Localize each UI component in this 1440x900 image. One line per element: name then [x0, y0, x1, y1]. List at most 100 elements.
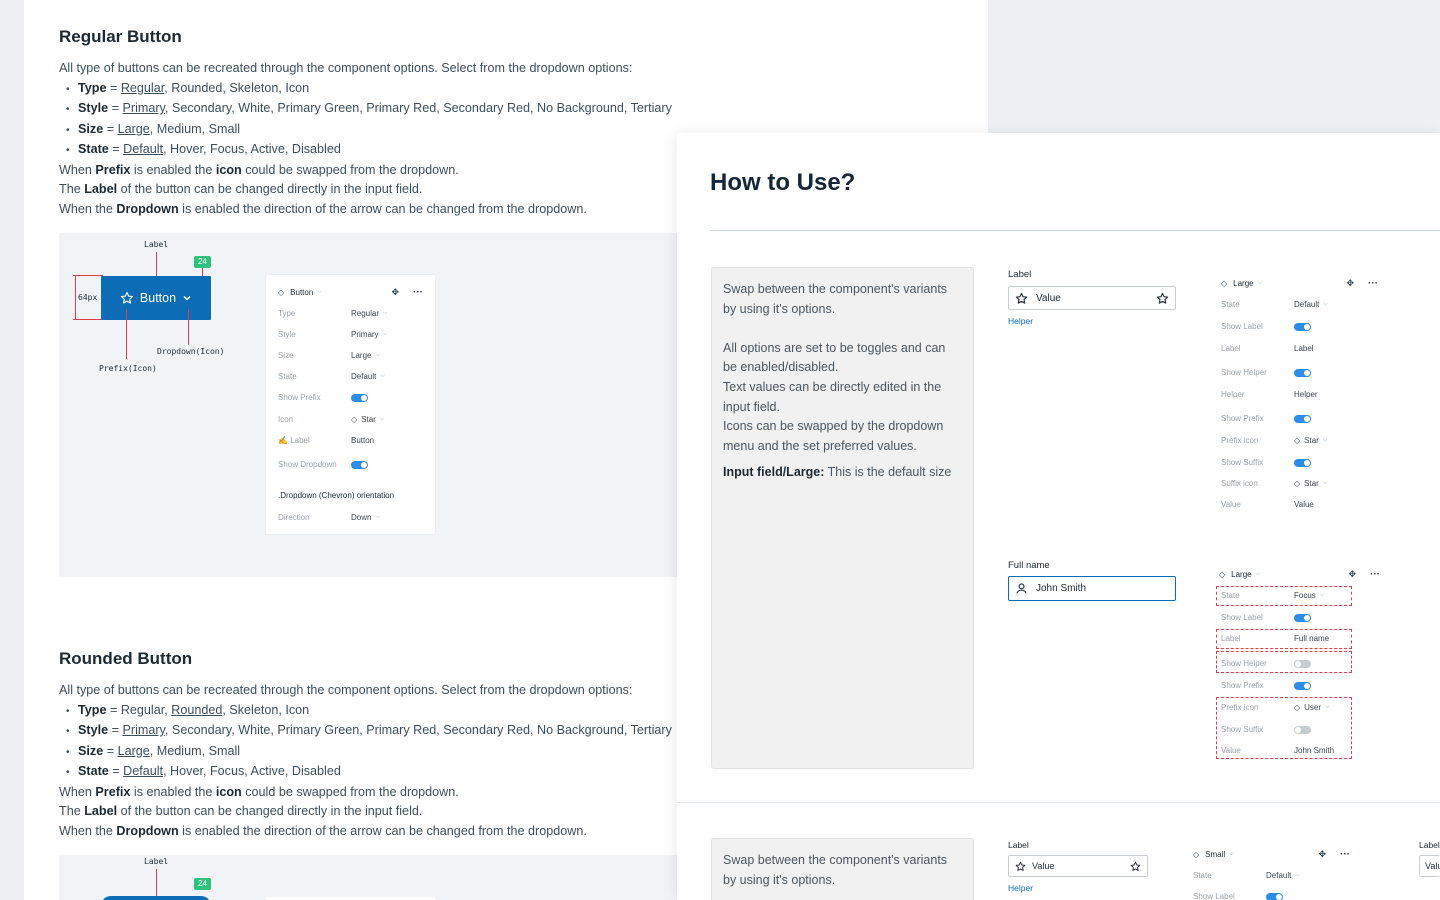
prop-row[interactable]: Prefix icon ◇ Star ⌵ [1221, 436, 1378, 445]
option-type: Type = Regular, Rounded, Skeleton, Icon [66, 701, 672, 722]
spacing-badge: 24 [194, 256, 211, 268]
how-to-use-title: How to Use? [710, 169, 856, 196]
prop-row: Show Suffix [1221, 725, 1380, 734]
prop-row[interactable]: Suffix icon ◇ Star ⌵ [1221, 479, 1378, 488]
prop-row: Show Label [1193, 892, 1350, 900]
prop-row[interactable]: Helper Helper [1221, 390, 1378, 399]
component-header: ◇ Small ⌵ ✥ ··· [1193, 849, 1350, 860]
section-divider [677, 802, 1440, 803]
chevron-down-icon: ⌵ [1322, 437, 1328, 443]
prop-row: Show Dropdown [278, 460, 423, 469]
prop-row[interactable]: Label Full name [1221, 634, 1380, 643]
helper-text: Helper [1008, 316, 1034, 326]
show-prefix-toggle[interactable] [1294, 414, 1311, 423]
input-field-focus[interactable]: John Smith [1008, 576, 1176, 601]
show-label-toggle[interactable] [1294, 613, 1311, 622]
height-annotation: 64px [78, 293, 98, 302]
component-target-icon[interactable]: ✥ [1318, 849, 1326, 860]
section-title-rounded: Rounded Button [59, 649, 193, 668]
chevron-down-icon[interactable]: ⌵ [1229, 851, 1234, 858]
prop-row[interactable]: State Default ⌵ [278, 372, 423, 381]
component-target-icon[interactable]: ✥ [1348, 569, 1356, 580]
spacing-badge: 24 [194, 878, 211, 890]
regular-description: All type of buttons can be recreated thr… [59, 59, 672, 219]
prop-row: Show Prefix [1221, 414, 1378, 423]
button-properties-panel: ◇ Button ⌵ ✥ ··· Type Regular ⌵ Style Prima… [266, 275, 435, 534]
input-properties-panel-small: ◇ Small ⌵ ✥ ··· State Default ⌵ Show Label [1185, 845, 1350, 900]
prop-row[interactable]: State Default ⌵ [1221, 300, 1378, 309]
input-value: Valu [1425, 861, 1440, 871]
prefix-annotation: Prefix(Icon) [99, 364, 157, 373]
chevron-down-icon: ⌵ [379, 416, 385, 422]
show-suffix-toggle[interactable] [1294, 458, 1311, 467]
prop-row[interactable]: State Default ⌵ [1193, 871, 1350, 880]
label-annotation: Label [144, 857, 169, 866]
prop-row[interactable]: Label Label [1221, 344, 1378, 353]
input-field-default[interactable]: Value [1008, 286, 1176, 310]
show-helper-toggle[interactable] [1294, 368, 1311, 377]
chevron-down-icon: ⌵ [375, 514, 381, 520]
option-style: Style = Primary, Secondary, White, Prima… [66, 721, 672, 742]
show-suffix-toggle[interactable] [1294, 725, 1311, 734]
component-target-icon[interactable]: ✥ [391, 287, 399, 298]
star-icon [120, 291, 134, 304]
prop-row[interactable]: State Focus ⌵ [1221, 591, 1380, 600]
option-state: State = Default, Hover, Focus, Active, D… [66, 140, 672, 161]
demo-rounded-button[interactable] [101, 896, 211, 900]
prop-row[interactable]: Icon ◇ Star ⌵ [278, 415, 423, 424]
prop-row[interactable]: Value John Smith [1221, 746, 1380, 755]
dropdown-annotation: Dropdown(Icon) [157, 347, 225, 356]
input-field-clipped[interactable]: Valu [1419, 855, 1440, 877]
demo-primary-button[interactable]: Button [101, 276, 211, 320]
more-icon[interactable]: ··· [1340, 849, 1350, 860]
rounded-description: All type of buttons can be recreated thr… [59, 681, 672, 841]
helper-text: Helper [1008, 883, 1034, 893]
prop-row[interactable]: Prefix icon ◇ User ⌵ [1221, 703, 1380, 712]
diamond-icon: ◇ [1294, 479, 1301, 488]
show-prefix-toggle[interactable] [351, 393, 368, 402]
prop-row[interactable]: Size Large ⌵ [278, 351, 423, 360]
prop-row[interactable]: Style Primary ⌵ [278, 330, 423, 339]
component-diamond-icon: ◇ [278, 288, 285, 297]
show-dropdown-toggle[interactable] [351, 460, 368, 469]
chevron-down-icon: ⌵ [382, 331, 388, 337]
option-size: Size = Large, Medium, Small [66, 742, 672, 763]
star-icon [1156, 292, 1169, 304]
more-icon[interactable]: ··· [413, 287, 423, 298]
field-label: Label [1419, 840, 1440, 850]
prop-row: Show Suffix [1221, 458, 1378, 467]
input-properties-panel: ◇ Large ⌵ ✥ ··· State Default ⌵ Show Label… [1213, 273, 1378, 518]
input-value: Value [1032, 861, 1055, 871]
prop-row: Show Label [1221, 613, 1380, 622]
prop-row[interactable]: ✍ Label Button [278, 436, 423, 445]
chevron-down-icon: ⌵ [383, 310, 388, 316]
component-header: ◇ Large ⌵ ✥ ··· [1221, 278, 1378, 289]
option-type: Type = Regular, Rounded, Skeleton, Icon [66, 79, 672, 100]
more-icon[interactable]: ··· [1368, 278, 1378, 289]
show-label-toggle[interactable] [1294, 322, 1311, 331]
show-helper-toggle[interactable] [1294, 659, 1311, 668]
chevron-down-icon: ⌵ [1295, 872, 1300, 878]
show-prefix-toggle[interactable] [1294, 681, 1311, 690]
component-target-icon[interactable]: ✥ [1346, 278, 1354, 289]
how-to-use-page: How to Use? Swap between the component's… [677, 133, 1440, 900]
prop-row: Show Helper [1221, 368, 1378, 377]
input-field-small[interactable]: Value [1008, 855, 1148, 877]
usage-note-card: Swap between the component's variants by… [711, 267, 974, 769]
component-diamond-icon: ◇ [1221, 279, 1228, 288]
more-icon[interactable]: ··· [1370, 569, 1380, 580]
prop-row[interactable]: Type Regular ⌵ [278, 309, 423, 318]
chevron-down-icon: ⌵ [1319, 592, 1325, 598]
show-label-toggle[interactable] [1266, 892, 1283, 900]
chevron-down-icon[interactable]: ⌵ [317, 289, 322, 296]
star-icon [1130, 861, 1141, 871]
chevron-down-icon[interactable]: ⌵ [1256, 571, 1261, 578]
chevron-down-icon[interactable]: ⌵ [1258, 280, 1263, 287]
prop-row[interactable]: Direction Down ⌵ [278, 513, 423, 522]
chevron-down-icon [183, 295, 191, 301]
diamond-icon: ◇ [1294, 436, 1301, 445]
prop-row: Show Prefix [1221, 681, 1380, 690]
prop-row[interactable]: Value Value [1221, 500, 1378, 509]
input-properties-panel-modified: ◇ Large ⌵ ✥ ··· State Focus ⌵ Show Label L… [1215, 563, 1380, 763]
field-label: Label [1008, 840, 1029, 850]
